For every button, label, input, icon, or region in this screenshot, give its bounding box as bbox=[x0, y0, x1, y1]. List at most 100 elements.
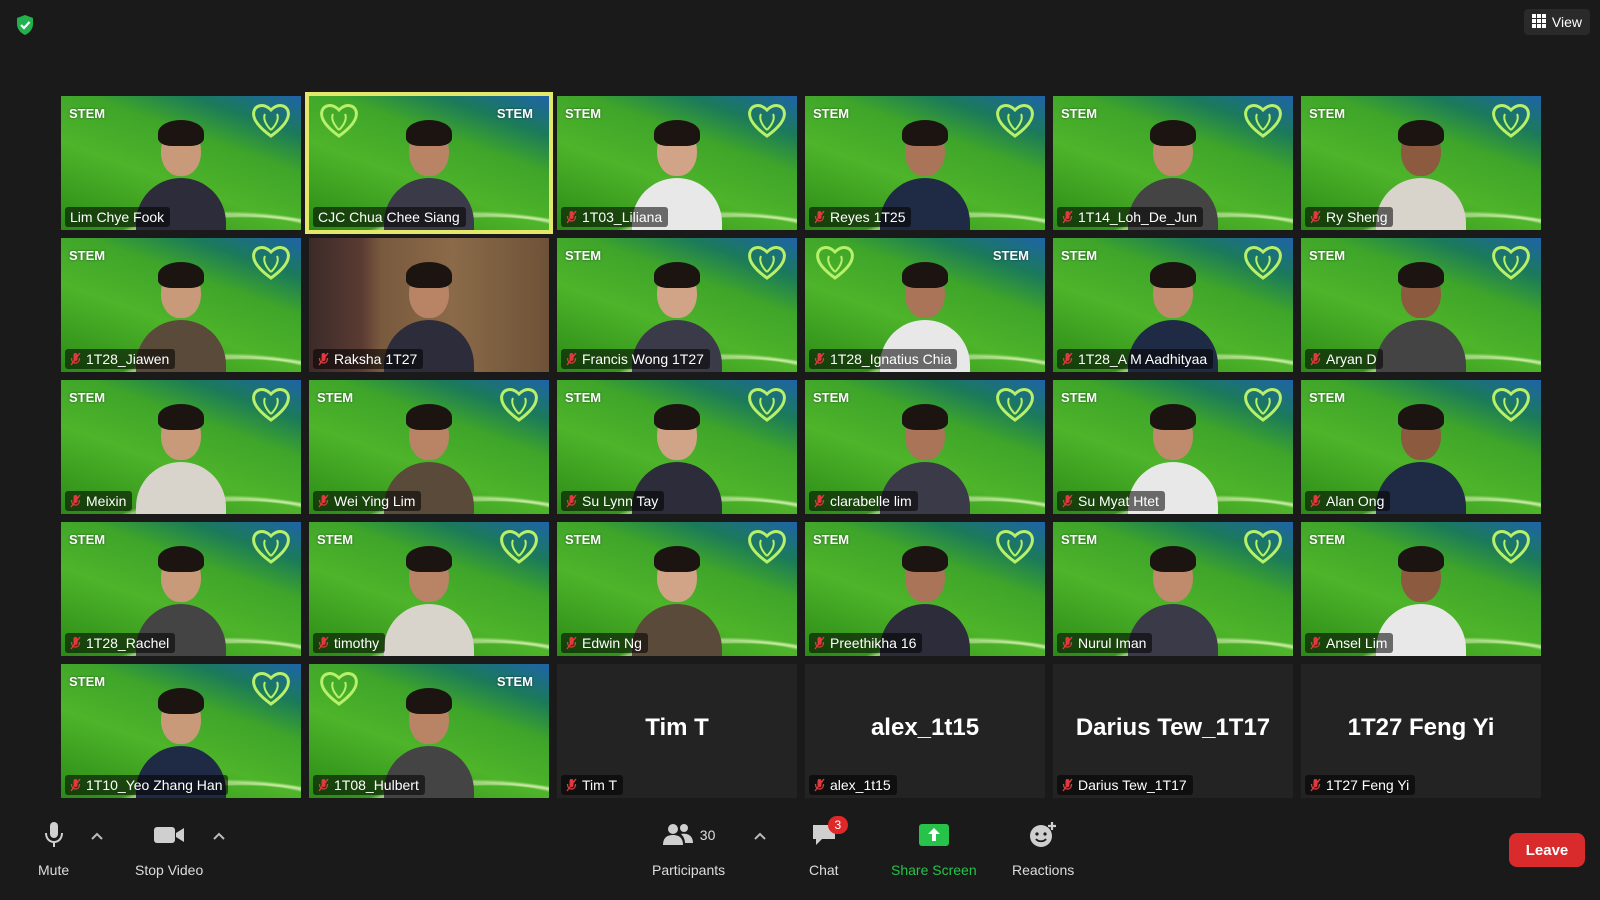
participant-name: Alan Ong bbox=[1326, 493, 1385, 509]
stem-logo: STEM bbox=[1061, 390, 1098, 405]
muted-microphone-icon bbox=[1310, 210, 1321, 224]
muted-microphone-icon bbox=[1062, 210, 1073, 224]
video-options-caret-icon[interactable] bbox=[212, 828, 226, 840]
heart-logo-icon bbox=[1492, 104, 1530, 138]
heart-logo-icon bbox=[1492, 388, 1530, 422]
participant-tile[interactable]: Darius Tew_1T17 Darius Tew_1T17 bbox=[1053, 664, 1293, 798]
participant-name: Reyes 1T25 bbox=[830, 209, 906, 225]
participant-name: 1T28_Rachel bbox=[86, 635, 170, 651]
participant-tile[interactable]: STEM Alan Ong bbox=[1301, 380, 1541, 514]
heart-logo-icon bbox=[320, 672, 358, 706]
participant-name-label: 1T08_Hulbert bbox=[313, 775, 425, 795]
participant-name-label: Wei Ying Lim bbox=[313, 491, 422, 511]
participant-tile[interactable]: STEM 1T14_Loh_De_Jun bbox=[1053, 96, 1293, 230]
participant-tile[interactable]: STEM 1T03_Liliana bbox=[557, 96, 797, 230]
participant-name-label: Ansel Lim bbox=[1305, 633, 1394, 653]
mute-button[interactable]: Mute bbox=[38, 820, 69, 878]
view-button[interactable]: View bbox=[1523, 9, 1590, 35]
muted-microphone-icon bbox=[1310, 494, 1321, 508]
participant-tile[interactable]: 1T27 Feng Yi 1T27 Feng Yi bbox=[1301, 664, 1541, 798]
participant-tile[interactable]: STEM Francis Wong 1T27 bbox=[557, 238, 797, 372]
muted-microphone-icon bbox=[814, 494, 825, 508]
muted-microphone-icon bbox=[814, 210, 825, 224]
stop-video-button[interactable]: Stop Video bbox=[135, 820, 203, 878]
stem-logo: STEM bbox=[69, 248, 106, 263]
heart-logo-icon bbox=[252, 104, 290, 138]
participant-tile[interactable]: STEM Su Lynn Tay bbox=[557, 380, 797, 514]
participant-name-label: 1T28_Ignatius Chia bbox=[809, 349, 958, 369]
heart-logo-icon bbox=[1244, 246, 1282, 280]
stem-logo: STEM bbox=[1309, 106, 1346, 121]
muted-microphone-icon bbox=[318, 778, 329, 792]
chat-bubble-icon: 3 bbox=[810, 816, 848, 850]
participant-tile[interactable]: Raksha 1T27 bbox=[309, 238, 549, 372]
reactions-button[interactable]: Reactions bbox=[1012, 820, 1074, 878]
participant-name: Meixin bbox=[86, 493, 127, 509]
participant-tile[interactable]: STEM Preethikha 16 bbox=[805, 522, 1045, 656]
share-screen-button[interactable]: Share Screen bbox=[891, 820, 977, 878]
participant-tile[interactable]: STEM 1T10_Yeo Zhang Han bbox=[61, 664, 301, 798]
participants-icon bbox=[662, 822, 694, 849]
participant-tile[interactable]: STEM Su Myat Htet bbox=[1053, 380, 1293, 514]
participant-tile[interactable]: STEM Nurul Iman bbox=[1053, 522, 1293, 656]
participant-tile[interactable]: Tim T Tim T bbox=[557, 664, 797, 798]
participant-name-label: 1T28_Jiawen bbox=[65, 349, 176, 369]
participant-tile[interactable]: STEM 1T08_Hulbert bbox=[309, 664, 549, 798]
stem-logo: STEM bbox=[1061, 532, 1098, 547]
participant-tile[interactable]: STEM Lim Chye Fook bbox=[61, 96, 301, 230]
stem-logo: STEM bbox=[813, 532, 850, 547]
participant-tile[interactable]: STEM Reyes 1T25 bbox=[805, 96, 1045, 230]
muted-microphone-icon bbox=[566, 778, 577, 792]
participant-name: Su Myat Htet bbox=[1078, 493, 1159, 509]
muted-microphone-icon bbox=[1310, 352, 1321, 366]
heart-logo-icon bbox=[1244, 388, 1282, 422]
stem-logo: STEM bbox=[565, 532, 602, 547]
microphone-icon bbox=[44, 820, 64, 850]
participant-tile[interactable]: STEM Ry Sheng bbox=[1301, 96, 1541, 230]
participant-tile[interactable]: STEM 1T28_A M Aadhityaa bbox=[1053, 238, 1293, 372]
muted-microphone-icon bbox=[1062, 636, 1073, 650]
participant-tile[interactable]: STEM Edwin Ng bbox=[557, 522, 797, 656]
heart-logo-icon bbox=[748, 530, 786, 564]
participant-tile[interactable]: STEM CJC Chua Chee Siang bbox=[305, 92, 553, 234]
participant-tile[interactable]: STEM 1T28_Ignatius Chia bbox=[805, 238, 1045, 372]
participant-tile[interactable]: STEM 1T28_Rachel bbox=[61, 522, 301, 656]
heart-logo-icon bbox=[1492, 530, 1530, 564]
participant-tile[interactable]: STEM Ansel Lim bbox=[1301, 522, 1541, 656]
participants-button[interactable]: 30 Participants bbox=[652, 820, 725, 878]
heart-logo-icon bbox=[252, 672, 290, 706]
participant-tile[interactable]: STEM Meixin bbox=[61, 380, 301, 514]
participant-name-label: 1T28_Rachel bbox=[65, 633, 176, 653]
participant-tile[interactable]: alex_1t15 alex_1t15 bbox=[805, 664, 1045, 798]
muted-microphone-icon bbox=[1062, 352, 1073, 366]
heart-logo-icon bbox=[748, 246, 786, 280]
stem-logo: STEM bbox=[813, 390, 850, 405]
grid-view-icon bbox=[1531, 13, 1546, 31]
leave-button[interactable]: Leave bbox=[1509, 833, 1585, 867]
heart-logo-icon bbox=[748, 388, 786, 422]
muted-microphone-icon bbox=[566, 494, 577, 508]
heart-logo-icon bbox=[500, 530, 538, 564]
participant-display-name: 1T27 Feng Yi bbox=[1347, 714, 1495, 741]
chat-button[interactable]: 3 Chat bbox=[809, 816, 848, 878]
mute-label: Mute bbox=[38, 862, 70, 878]
muted-microphone-icon bbox=[566, 352, 577, 366]
stem-logo: STEM bbox=[496, 674, 533, 689]
participant-video-feed bbox=[1376, 260, 1466, 372]
participant-tile[interactable]: STEM timothy bbox=[309, 522, 549, 656]
audio-options-caret-icon[interactable] bbox=[90, 828, 104, 840]
muted-microphone-icon bbox=[1062, 494, 1073, 508]
stem-logo: STEM bbox=[992, 248, 1029, 263]
participants-options-caret-icon[interactable] bbox=[753, 828, 767, 840]
chat-label: Chat bbox=[809, 862, 839, 878]
stem-logo: STEM bbox=[69, 390, 106, 405]
participant-tile[interactable]: STEM clarabelle lim bbox=[805, 380, 1045, 514]
participant-tile[interactable]: STEM Wei Ying Lim bbox=[309, 380, 549, 514]
participants-icon-row: 30 bbox=[662, 820, 715, 850]
stem-logo: STEM bbox=[69, 532, 106, 547]
participant-name: Tim T bbox=[582, 777, 617, 793]
participant-name: Wei Ying Lim bbox=[334, 493, 416, 509]
participant-tile[interactable]: STEM Aryan D bbox=[1301, 238, 1541, 372]
participant-tile[interactable]: STEM 1T28_Jiawen bbox=[61, 238, 301, 372]
security-shield-icon[interactable] bbox=[10, 10, 40, 40]
